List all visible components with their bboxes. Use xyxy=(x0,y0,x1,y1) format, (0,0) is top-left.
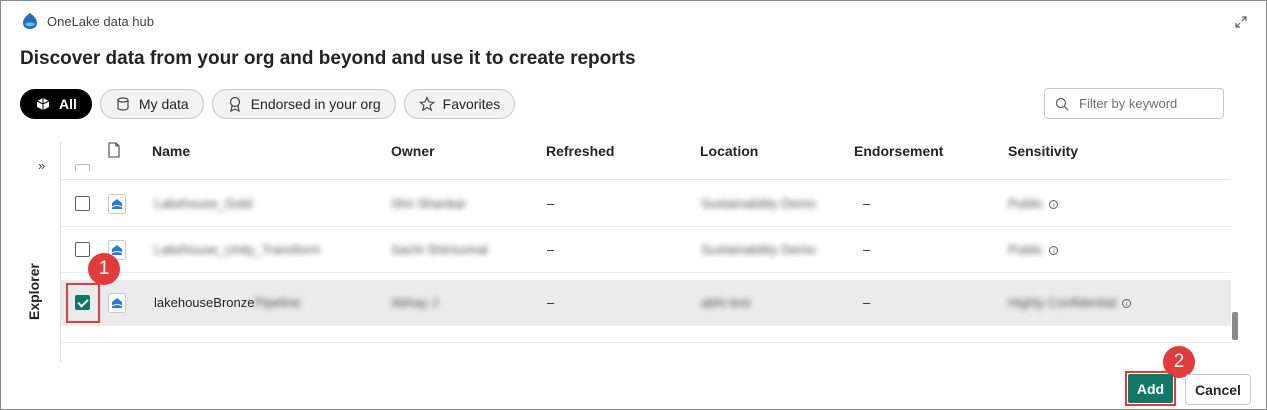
pill-endorsed[interactable]: Endorsed in your org xyxy=(211,89,396,119)
pill-label: Endorsed in your org xyxy=(250,96,381,112)
title-bar: OneLake data hub xyxy=(21,11,154,31)
row-endorsement: – xyxy=(863,242,871,257)
row-owner: Abhay J xyxy=(391,295,438,310)
cancel-button[interactable]: Cancel xyxy=(1185,374,1251,405)
row-sensitivity-cell: Public i xyxy=(1008,196,1059,211)
row-location: Sustainability Demo xyxy=(701,242,816,257)
pill-label: Favorites xyxy=(442,96,501,112)
onelake-icon xyxy=(23,13,37,29)
step1-badge: 1 xyxy=(88,253,120,285)
scrollbar-thumb[interactable] xyxy=(1232,312,1238,340)
row-name-suffix: Pipeline xyxy=(254,295,301,310)
table-row[interactable]: Lakehouse_Gold Shri Shankar – Sustainabi… xyxy=(61,181,1231,227)
filter-box xyxy=(1044,88,1224,119)
column-header-location[interactable]: Location xyxy=(700,143,758,159)
explorer-panel: » Explorer xyxy=(20,142,61,362)
expand-icon[interactable] xyxy=(1234,15,1248,29)
data-table: Name Owner Refreshed Location Endorsemen… xyxy=(61,131,1246,363)
pill-favorites[interactable]: Favorites xyxy=(403,89,516,119)
pill-label: All xyxy=(59,96,77,112)
table-row[interactable]: Lakehouse_Unity_Transform Sachi Shirisom… xyxy=(61,227,1231,273)
table-row-partial xyxy=(61,327,1231,343)
row-sensitivity: Public xyxy=(1008,196,1044,211)
row-sensitivity: Highly Confidential xyxy=(1008,295,1117,310)
row-checkbox[interactable] xyxy=(75,242,90,257)
row-endorsement: – xyxy=(863,196,871,211)
row-refreshed: – xyxy=(547,242,555,257)
column-header-refreshed[interactable]: Refreshed xyxy=(546,143,614,159)
row-refreshed: – xyxy=(547,196,555,211)
add-button[interactable]: Add xyxy=(1128,374,1173,403)
table-row-selected[interactable]: lakehouseBronzePipeline Abhay J – abhi t… xyxy=(61,280,1231,326)
database-icon xyxy=(117,97,129,111)
column-header-name[interactable]: Name xyxy=(152,143,190,159)
table-header: Name Owner Refreshed Location Endorsemen… xyxy=(61,131,1231,180)
info-icon[interactable]: i xyxy=(1049,246,1059,256)
row-name[interactable]: Lakehouse_Gold xyxy=(154,196,252,211)
column-header-endorsement[interactable]: Endorsement xyxy=(854,143,943,159)
star-icon xyxy=(418,96,435,112)
step1-highlight xyxy=(66,283,100,323)
row-sensitivity: Public xyxy=(1008,242,1044,257)
lakehouse-icon xyxy=(108,194,126,214)
filter-input[interactable] xyxy=(1077,95,1217,112)
all-icon xyxy=(36,98,50,110)
row-location: Sustainability Demo xyxy=(701,196,816,211)
page-heading: Discover data from your org and beyond a… xyxy=(20,48,636,69)
pill-my-data[interactable]: My data xyxy=(99,89,204,119)
select-all-checkbox[interactable] xyxy=(75,164,90,172)
row-sensitivity-cell: Public i xyxy=(1008,242,1059,257)
row-refreshed: – xyxy=(547,295,555,310)
file-icon xyxy=(108,142,120,158)
row-endorsement: – xyxy=(863,295,871,310)
row-location: abhi test xyxy=(701,295,751,310)
info-icon[interactable]: i xyxy=(1122,299,1132,309)
lakehouse-icon xyxy=(108,293,126,313)
pill-label: My data xyxy=(138,96,189,112)
pill-all[interactable]: All xyxy=(20,89,92,119)
ribbon-icon xyxy=(229,96,240,112)
onelake-dialog: OneLake data hub Discover data from your… xyxy=(0,0,1267,410)
row-name[interactable]: Lakehouse_Unity_Transform xyxy=(154,242,320,257)
info-icon[interactable]: i xyxy=(1049,200,1059,210)
explorer-label: Explorer xyxy=(26,263,42,320)
row-checkbox[interactable] xyxy=(75,196,90,211)
row-owner: Shri Shankar xyxy=(391,196,467,211)
search-icon xyxy=(1055,97,1069,110)
row-name: lakehouseBronze xyxy=(154,295,255,310)
column-header-owner[interactable]: Owner xyxy=(391,143,435,159)
row-sensitivity-cell: Highly Confidential i xyxy=(1008,295,1132,310)
row-owner: Sachi Shirisomal xyxy=(391,242,488,257)
expand-explorer-icon[interactable]: » xyxy=(38,158,45,173)
row-name-cell[interactable]: lakehouseBronzePipeline xyxy=(154,295,301,310)
column-header-sensitivity[interactable]: Sensitivity xyxy=(1008,143,1078,159)
window-title: OneLake data hub xyxy=(47,13,154,29)
filter-pills: All My data Endorsed in your org Favorit… xyxy=(20,89,516,119)
